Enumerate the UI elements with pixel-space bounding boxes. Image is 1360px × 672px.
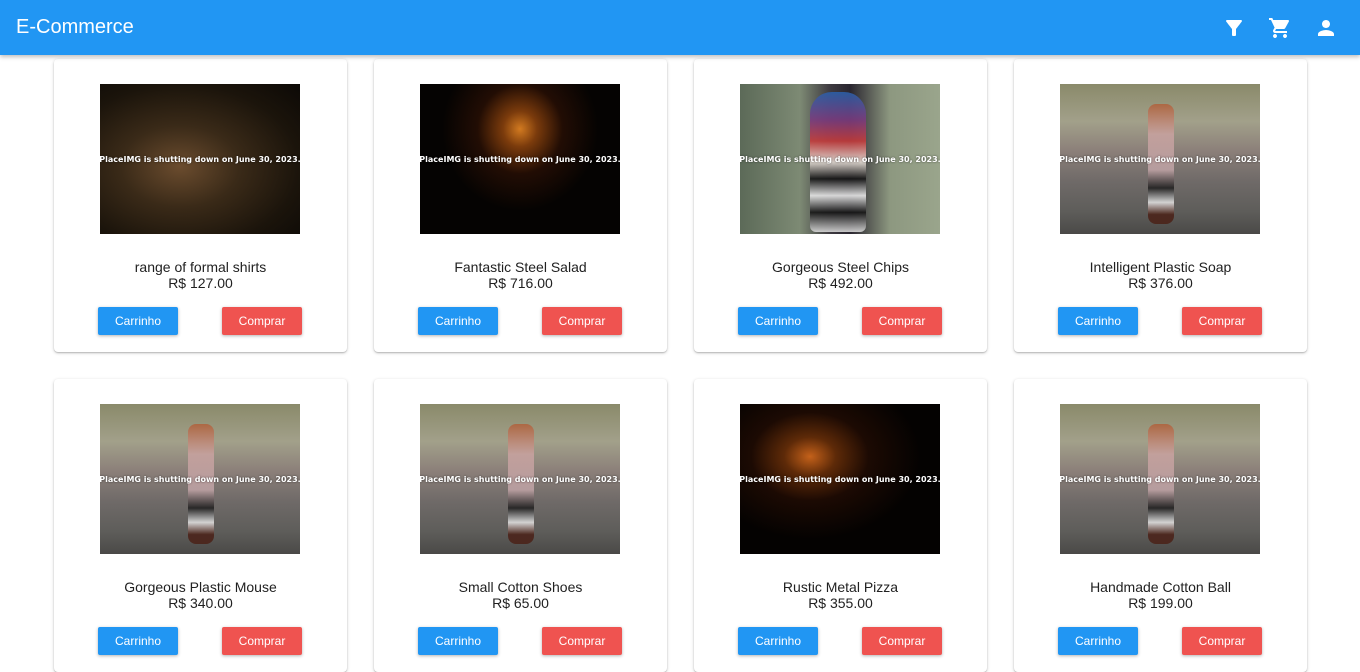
image-notice: PlaceIMG is shutting down on June 30, 20… [740,154,940,164]
product-card: PlaceIMG is shutting down on June 30, 20… [54,59,347,352]
buy-button[interactable]: Comprar [222,627,302,655]
add-to-cart-button[interactable]: Carrinho [1058,307,1138,335]
product-image[interactable]: PlaceIMG is shutting down on June 30, 20… [1060,84,1260,234]
app-title[interactable]: E-Commerce [16,16,1200,39]
product-price: R$ 65.00 [492,595,549,611]
product-name: Handmade Cotton Ball [1090,579,1231,595]
buy-button[interactable]: Comprar [542,307,622,335]
add-to-cart-button[interactable]: Carrinho [738,627,818,655]
image-notice: PlaceIMG is shutting down on June 30, 20… [1060,154,1260,164]
product-price: R$ 376.00 [1128,275,1193,291]
cart-icon[interactable] [1268,16,1292,40]
add-to-cart-button[interactable]: Carrinho [738,307,818,335]
buy-button[interactable]: Comprar [1182,627,1262,655]
product-image[interactable]: PlaceIMG is shutting down on June 30, 20… [740,404,940,554]
product-image[interactable]: PlaceIMG is shutting down on June 30, 20… [740,84,940,234]
product-price: R$ 716.00 [488,275,553,291]
buy-button[interactable]: Comprar [542,627,622,655]
product-card: PlaceIMG is shutting down on June 30, 20… [54,379,347,672]
product-image[interactable]: PlaceIMG is shutting down on June 30, 20… [100,84,300,234]
appbar-actions [1200,16,1338,40]
add-to-cart-button[interactable]: Carrinho [418,307,498,335]
image-notice: PlaceIMG is shutting down on June 30, 20… [1060,474,1260,484]
product-card: PlaceIMG is shutting down on June 30, 20… [374,59,667,352]
image-notice: PlaceIMG is shutting down on June 30, 20… [740,474,940,484]
add-to-cart-button[interactable]: Carrinho [418,627,498,655]
product-price: R$ 492.00 [808,275,873,291]
buy-button[interactable]: Comprar [222,307,302,335]
add-to-cart-button[interactable]: Carrinho [98,627,178,655]
image-notice: PlaceIMG is shutting down on June 30, 20… [420,154,620,164]
product-image[interactable]: PlaceIMG is shutting down on June 30, 20… [420,404,620,554]
product-card: PlaceIMG is shutting down on June 30, 20… [1014,379,1307,672]
product-price: R$ 340.00 [168,595,233,611]
product-name: range of formal shirts [134,259,267,275]
add-to-cart-button[interactable]: Carrinho [1058,627,1138,655]
product-name: Gorgeous Steel Chips [772,259,909,275]
product-image[interactable]: PlaceIMG is shutting down on June 30, 20… [420,84,620,234]
buy-button[interactable]: Comprar [862,627,942,655]
product-price: R$ 127.00 [168,275,233,291]
product-card: PlaceIMG is shutting down on June 30, 20… [694,59,987,352]
product-image[interactable]: PlaceIMG is shutting down on June 30, 20… [1060,404,1260,554]
product-price: R$ 355.00 [808,595,873,611]
product-grid: PlaceIMG is shutting down on June 30, 20… [0,0,1360,672]
product-name: Small Cotton Shoes [458,579,583,595]
product-name: Rustic Metal Pizza [782,579,899,595]
product-name: Intelligent Plastic Soap [1089,259,1232,275]
add-to-cart-button[interactable]: Carrinho [98,307,178,335]
product-card: PlaceIMG is shutting down on June 30, 20… [1014,59,1307,352]
image-notice: PlaceIMG is shutting down on June 30, 20… [420,474,620,484]
filter-icon[interactable] [1222,16,1246,40]
product-card: PlaceIMG is shutting down on June 30, 20… [374,379,667,672]
product-name: Fantastic Steel Salad [454,259,587,275]
product-name: Gorgeous Plastic Mouse [124,579,277,595]
buy-button[interactable]: Comprar [1182,307,1262,335]
account-icon[interactable] [1314,16,1338,40]
app-bar: E-Commerce [0,0,1360,55]
image-notice: PlaceIMG is shutting down on June 30, 20… [100,474,300,484]
buy-button[interactable]: Comprar [862,307,942,335]
product-card: PlaceIMG is shutting down on June 30, 20… [694,379,987,672]
image-notice: PlaceIMG is shutting down on June 30, 20… [100,154,300,164]
product-price: R$ 199.00 [1128,595,1193,611]
product-image[interactable]: PlaceIMG is shutting down on June 30, 20… [100,404,300,554]
